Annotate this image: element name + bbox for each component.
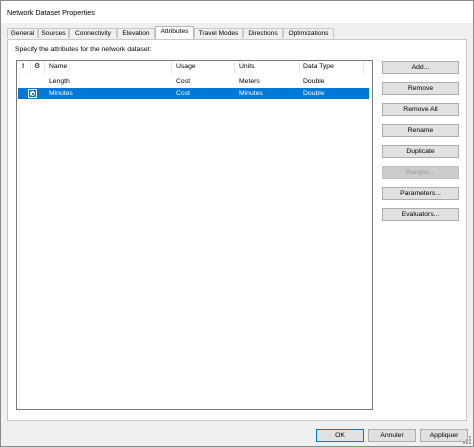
cell-usage: Cost: [176, 90, 190, 97]
cell-usage: Cost: [176, 78, 190, 85]
add-button[interactable]: Add...: [382, 61, 459, 74]
dialog-window: Network Dataset Properties General Sourc…: [0, 0, 474, 447]
cancel-button[interactable]: Annuler: [368, 429, 416, 442]
tab-travel-modes[interactable]: Travel Modes: [194, 28, 243, 38]
rename-button[interactable]: Rename: [382, 124, 459, 137]
column-header-usage[interactable]: Usage: [176, 63, 196, 70]
cell-units: Meters: [239, 78, 260, 85]
tab-connectivity[interactable]: Connectivity: [69, 28, 117, 38]
column-divider: [30, 62, 31, 73]
tab-attributes[interactable]: Attributes: [155, 26, 194, 39]
column-divider: [44, 62, 45, 73]
window-title: Network Dataset Properties: [7, 8, 95, 17]
parameters-button[interactable]: Parameters...: [382, 187, 459, 200]
ranges-button[interactable]: Ranges...: [382, 166, 459, 179]
attributes-list[interactable]: ! ⚙ Name Usage Units Data Type Length Co…: [16, 60, 373, 410]
tab-general[interactable]: General: [7, 28, 38, 38]
table-row[interactable]: Minutes Cost Minutes Double: [18, 88, 369, 99]
cell-data-type: Double: [303, 78, 325, 85]
cell-name: Length: [49, 78, 70, 85]
column-divider: [299, 62, 300, 73]
tab-sources[interactable]: Sources: [38, 28, 69, 38]
remove-button[interactable]: Remove: [382, 82, 459, 95]
exclamation-icon[interactable]: !: [22, 63, 24, 70]
gear-icon[interactable]: ⚙: [34, 62, 40, 70]
cell-units: Minutes: [239, 90, 263, 97]
cell-name: Minutes: [49, 90, 73, 97]
instruction-label: Specify the attributes for the network d…: [15, 46, 152, 53]
column-divider: [234, 62, 235, 73]
resize-grip[interactable]: [463, 436, 471, 444]
evaluators-button[interactable]: Evaluators...: [382, 208, 459, 221]
cell-data-type: Double: [303, 90, 325, 97]
remove-all-button[interactable]: Remove All: [382, 103, 459, 116]
default-attribute-icon: [28, 89, 37, 98]
tab-directions[interactable]: Directions: [243, 28, 283, 38]
attributes-panel: Specify the attributes for the network d…: [7, 39, 467, 421]
column-header-units[interactable]: Units: [239, 63, 255, 70]
tab-strip: General Sources Connectivity Elevation A…: [7, 26, 467, 39]
tab-optimizations[interactable]: Optimizations: [283, 28, 334, 38]
column-header-name[interactable]: Name: [49, 63, 67, 70]
column-divider: [363, 62, 364, 73]
title-bar[interactable]: Network Dataset Properties: [1, 1, 473, 23]
column-header-data-type[interactable]: Data Type: [303, 63, 334, 70]
duplicate-button[interactable]: Duplicate: [382, 145, 459, 158]
tab-elevation[interactable]: Elevation: [117, 28, 155, 38]
apply-button[interactable]: Appliquer: [420, 429, 468, 442]
table-row[interactable]: Length Cost Meters Double: [18, 76, 369, 87]
column-divider: [171, 62, 172, 73]
ok-button[interactable]: OK: [316, 429, 364, 442]
